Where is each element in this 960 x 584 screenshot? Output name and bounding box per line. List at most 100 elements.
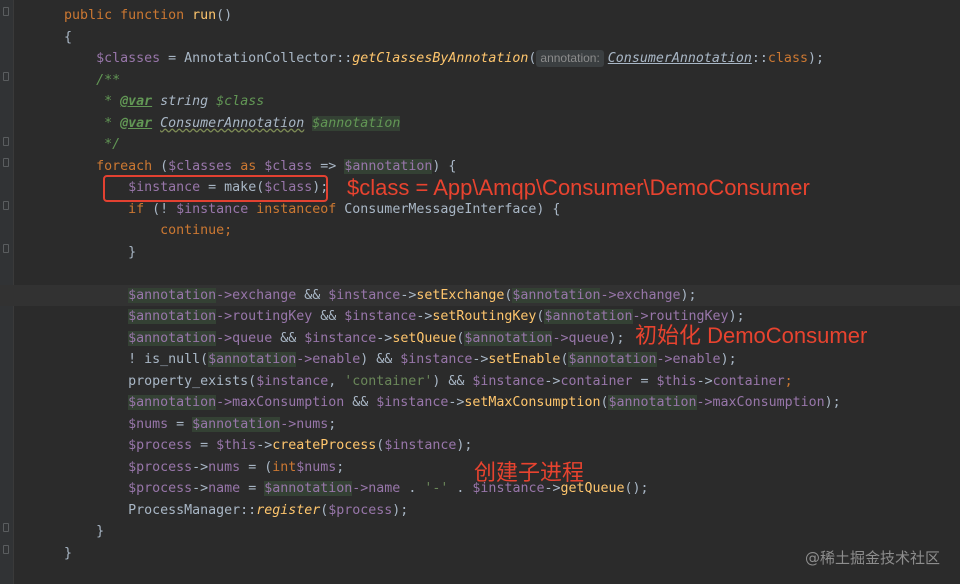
code-token: @var — [120, 115, 153, 131]
code-token: && — [320, 309, 345, 324]
code-token: $annotation — [128, 309, 217, 324]
code-line[interactable]: $annotation->exchange && $instance->setE… — [0, 284, 960, 306]
code-token: $instance — [328, 287, 401, 303]
code-token: ; — [784, 373, 793, 389]
code-line[interactable] — [0, 263, 960, 285]
code-token: :: — [751, 51, 768, 66]
code-token: instanceof — [256, 201, 345, 217]
process-annotation-note: 创建子进程 — [474, 460, 585, 485]
code-token: ) { — [432, 158, 457, 174]
code-token: -> — [696, 373, 713, 389]
code-token: ->enable — [296, 352, 361, 367]
code-token: $annotation — [264, 481, 353, 496]
code-token: $classes — [168, 158, 241, 174]
code-token: $instance — [376, 395, 449, 410]
code-token: $this — [216, 438, 257, 453]
code-line[interactable]: foreach ($classes as $class => $annotati… — [0, 156, 960, 178]
code-token: @var — [120, 94, 153, 109]
code-token: nums — [208, 459, 241, 475]
code-token: -> — [448, 395, 465, 410]
code-token: -> — [416, 309, 433, 324]
code-line[interactable]: * @var string $class — [0, 91, 960, 113]
code-line[interactable]: */ — [0, 134, 960, 156]
code-token: ; — [328, 416, 337, 432]
code-token: && — [280, 330, 305, 346]
code-token: ProcessManager:: — [128, 502, 257, 518]
code-token: public function — [64, 8, 193, 23]
code-token: if — [128, 201, 153, 217]
code-line[interactable]: public function run() — [0, 5, 960, 27]
code-token: container — [712, 373, 785, 389]
code-line[interactable]: $nums = $annotation->nums; — [0, 414, 960, 436]
code-line[interactable]: /** — [0, 70, 960, 92]
code-token: $annotation — [192, 416, 281, 432]
code-token: ConsumerAnnotation — [160, 115, 305, 131]
code-line[interactable]: ! is_null($annotation->enable) && $insta… — [0, 349, 960, 371]
code-token: setMaxConsumption — [464, 395, 601, 410]
code-line[interactable]: $annotation->maxConsumption && $instance… — [0, 392, 960, 414]
code-token: $annotation — [464, 330, 553, 346]
code-token: . — [448, 481, 473, 496]
code-token: $instance — [344, 309, 417, 324]
code-token: $instance — [304, 330, 377, 346]
code-token: '-' — [424, 481, 449, 496]
code-token: int — [272, 459, 297, 475]
code-token: container — [560, 373, 633, 389]
code-token: ->queue — [216, 330, 281, 346]
code-line[interactable]: $classes = AnnotationCollector::getClass… — [0, 48, 960, 70]
code-token: setRoutingKey — [432, 309, 537, 324]
code-token: , — [328, 373, 345, 389]
code-token: class — [767, 51, 808, 66]
code-token: (); — [624, 481, 649, 496]
code-line[interactable]: ProcessManager::register($process); — [0, 500, 960, 522]
code-token: -> — [256, 438, 273, 453]
code-token: && — [304, 287, 329, 303]
code-line[interactable]: } — [0, 521, 960, 543]
code-token: 'container' — [344, 373, 433, 389]
code-token: } — [96, 524, 105, 539]
code-token: $instance — [384, 438, 457, 453]
code-line[interactable]: { — [0, 27, 960, 49]
code-token: ->exchange — [600, 287, 681, 303]
code-token: $annotation — [128, 330, 217, 346]
code-token: ->exchange — [216, 287, 305, 303]
code-token: = — [632, 373, 657, 389]
code-token: run — [192, 8, 217, 23]
code-token: createProcess — [272, 438, 377, 453]
code-line[interactable]: $process = $this->createProcess($instanc… — [0, 435, 960, 457]
class-annotation-note: $class = App\Amqp\Consumer\DemoConsumer — [347, 175, 810, 200]
code-token: = — [192, 438, 217, 453]
code-token: ( — [160, 158, 169, 174]
code-line[interactable]: continue; — [0, 220, 960, 242]
code-token: $class — [216, 94, 265, 109]
code-line[interactable]: } — [0, 242, 960, 264]
code-token: /** — [96, 72, 121, 88]
code-token: = — [168, 416, 193, 432]
code-token: property_exists( — [128, 373, 257, 389]
code-token: (! — [152, 201, 177, 217]
code-line[interactable]: * @var ConsumerAnnotation $annotation — [0, 113, 960, 135]
code-token: continue — [160, 223, 225, 238]
code-token: $instance — [176, 201, 257, 217]
code-token: $nums — [296, 459, 337, 475]
parameter-hint: annotation: — [536, 50, 604, 67]
code-token: $annotation — [512, 287, 601, 303]
code-token: $process — [128, 438, 193, 453]
code-token: $classes — [96, 51, 161, 66]
code-line[interactable]: property_exists($instance, 'container') … — [0, 371, 960, 393]
code-token: $instance — [472, 373, 545, 389]
code-token: } — [128, 244, 137, 260]
code-token: { — [64, 29, 73, 45]
